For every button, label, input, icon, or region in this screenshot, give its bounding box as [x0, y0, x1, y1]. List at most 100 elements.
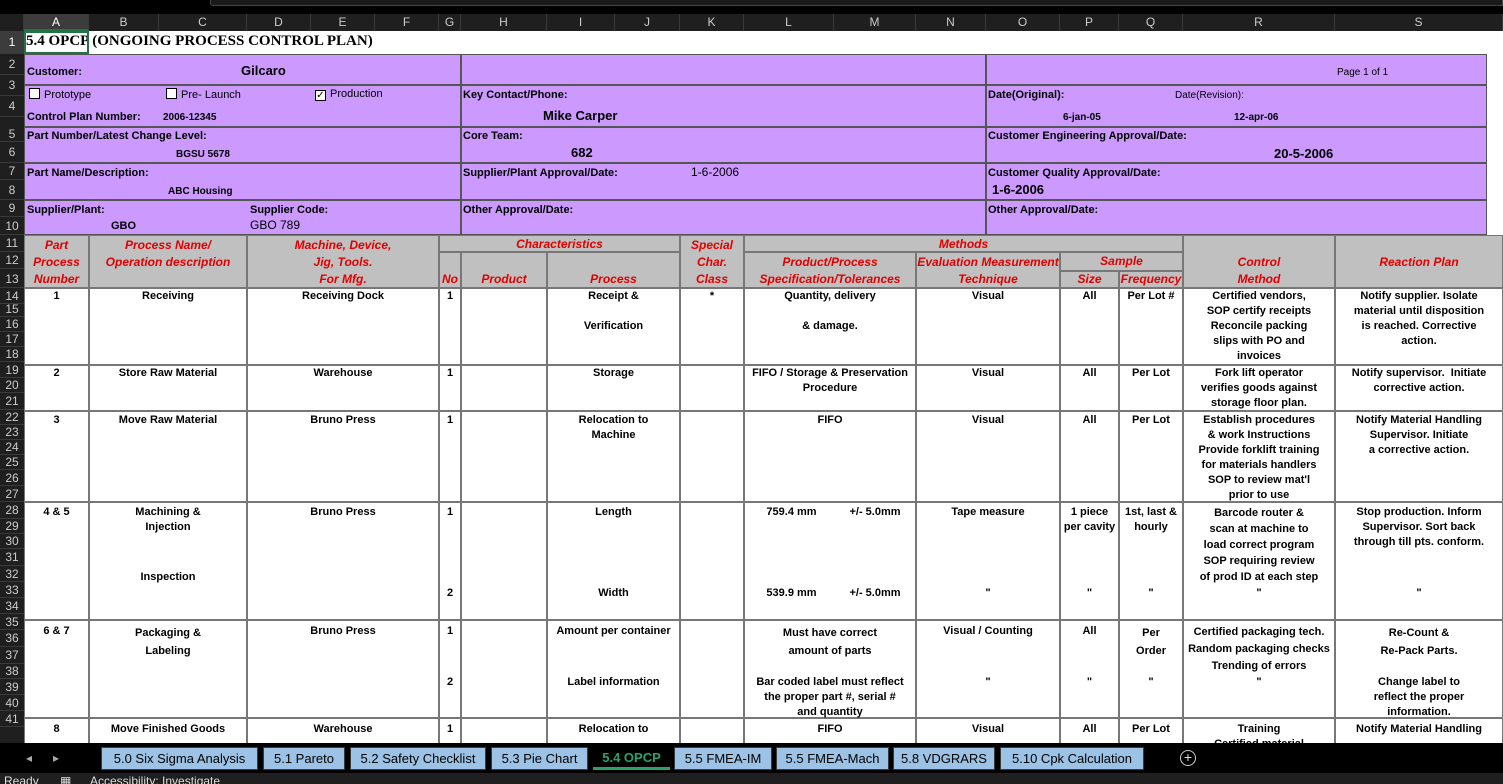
row-header-27[interactable]: 27 [0, 486, 24, 502]
col-header-o[interactable]: O [986, 14, 1060, 31]
production-checkbox[interactable]: ✓ [315, 90, 326, 101]
col-header-m[interactable]: M [834, 14, 916, 31]
supplier-code-value[interactable]: GBO 789 [250, 219, 300, 232]
prototype-checkbox[interactable] [29, 88, 40, 99]
row-header-16[interactable]: 16 [0, 317, 24, 332]
row-header-28[interactable]: 28 [0, 502, 24, 519]
row-header-30[interactable]: 30 [0, 534, 24, 549]
row-header-24[interactable]: 24 [0, 440, 24, 455]
tab-scroll-left-icon[interactable]: ◂ [26, 751, 32, 765]
row-header-38[interactable]: 38 [0, 663, 24, 679]
row-header-35[interactable]: 35 [0, 614, 24, 630]
col-header-g[interactable]: G [439, 14, 461, 31]
cell-step1-col5[interactable] [461, 288, 547, 365]
row-header-3[interactable]: 3 [0, 75, 24, 96]
col-header-f[interactable]: F [375, 14, 439, 31]
row-header-17[interactable]: 17 [0, 332, 24, 347]
col-header-c[interactable]: C [159, 14, 247, 31]
col-header-b[interactable]: B [89, 14, 159, 31]
cell-step4-col5[interactable] [461, 502, 547, 620]
cell-step3-col7[interactable] [680, 411, 744, 502]
col-header-j[interactable]: J [615, 14, 680, 31]
accessibility-status[interactable]: Accessibility: Investigate [90, 774, 220, 784]
production-option[interactable]: ✓ Production [315, 88, 383, 101]
prelaunch-option[interactable]: Pre- Launch [166, 88, 241, 102]
col-header-s[interactable]: S [1335, 14, 1503, 31]
row-header-29[interactable]: 29 [0, 519, 24, 534]
row-header-40[interactable]: 40 [0, 695, 24, 711]
col-header-r[interactable]: R [1183, 14, 1335, 31]
row-header-18[interactable]: 18 [0, 347, 24, 362]
sheet-tab-fmea-mach[interactable]: 5.5 FMEA-Mach [776, 747, 889, 770]
cust-quality-value[interactable]: 1-6-2006 [992, 183, 1044, 196]
col-header-i[interactable]: I [547, 14, 615, 31]
col-header-p[interactable]: P [1060, 14, 1119, 31]
col-header-d[interactable]: D [247, 14, 311, 31]
row-header-10[interactable]: 10 [0, 217, 24, 235]
sheet-tab-safety[interactable]: 5.2 Safety Checklist [350, 747, 486, 770]
row-header-12[interactable]: 12 [0, 252, 24, 269]
row-header-7[interactable]: 7 [0, 163, 24, 180]
row-header-5[interactable]: 5 [0, 127, 24, 142]
sheet-tab-pie[interactable]: 5.3 Pie Chart [491, 747, 588, 770]
sheet-tab-pareto[interactable]: 5.1 Pareto [263, 747, 345, 770]
cell-step4-col7[interactable] [680, 502, 744, 620]
row-header-25[interactable]: 25 [0, 455, 24, 470]
sheet-tab-opcp[interactable]: 5.4 OPCP [593, 747, 670, 770]
key-contact-value[interactable]: Mike Carper [543, 109, 617, 122]
col-header-n[interactable]: N [916, 14, 986, 31]
row-header-20[interactable]: 20 [0, 378, 24, 393]
row-header-34[interactable]: 34 [0, 598, 24, 614]
sheet-tab-six-sigma[interactable]: 5.0 Six Sigma Analysis [101, 747, 258, 770]
control-plan-value[interactable]: 2006-12345 [163, 111, 216, 124]
sheet-tab-vdgrars[interactable]: 5.8 VDGRARS [893, 747, 995, 770]
col-header-e[interactable]: E [311, 14, 375, 31]
prototype-option[interactable]: Prototype [29, 88, 91, 102]
cell-step6-col7[interactable] [680, 718, 744, 743]
row-header-39[interactable]: 39 [0, 679, 24, 695]
row-header-11[interactable]: 11 [0, 235, 24, 252]
row-header-22[interactable]: 22 [0, 410, 24, 425]
cell-step6-col5[interactable] [461, 718, 547, 743]
sheet-tab-cpk[interactable]: 5.10 Cpk Calculation [1000, 747, 1144, 770]
core-team-value[interactable]: 682 [571, 146, 593, 159]
row-header-2[interactable]: 2 [0, 54, 24, 75]
cell-step2-col7[interactable] [680, 365, 744, 411]
supplier-approval-value[interactable]: 1-6-2006 [691, 166, 739, 179]
macro-icon[interactable]: ▦ [60, 774, 71, 784]
tab-scroll-right-icon[interactable]: ▸ [53, 751, 59, 765]
worksheet-grid[interactable]: 5.4 OPCP (ONGOING PROCESS CONTROL PLAN) … [24, 31, 1503, 743]
row-header-4[interactable]: 4 [0, 96, 24, 117]
row-header-41[interactable]: 41 [0, 711, 24, 727]
col-header-h[interactable]: H [461, 14, 547, 31]
row-header-26[interactable]: 26 [0, 470, 24, 486]
col-header-q[interactable]: Q [1119, 14, 1183, 31]
row-header-21[interactable]: 21 [0, 393, 24, 410]
cell-step3-col5[interactable] [461, 411, 547, 502]
add-sheet-icon[interactable]: + [1180, 750, 1196, 766]
sheet-tab-fmea-im[interactable]: 5.5 FMEA-IM [674, 747, 772, 770]
prelaunch-checkbox[interactable] [166, 88, 177, 99]
row-header-32[interactable]: 32 [0, 566, 24, 582]
row-header-9[interactable]: 9 [0, 200, 24, 217]
cell-step5-col7[interactable] [680, 620, 744, 718]
date-revision-value[interactable]: 12-apr-06 [1234, 111, 1278, 124]
row-header-6[interactable]: 6 [0, 142, 24, 163]
col-header-a[interactable]: A [24, 14, 89, 31]
row-header-36[interactable]: 36 [0, 630, 24, 647]
date-original-value[interactable]: 6-jan-05 [1063, 111, 1101, 124]
row-header-8[interactable]: 8 [0, 180, 24, 200]
cell-step5-col5[interactable] [461, 620, 547, 718]
row-header-31[interactable]: 31 [0, 549, 24, 566]
row-header-15[interactable]: 15 [0, 302, 24, 317]
row-header-37[interactable]: 37 [0, 647, 24, 664]
col-header-k[interactable]: K [680, 14, 744, 31]
row-header-13[interactable]: 13 [0, 271, 24, 288]
part-name-value[interactable]: ABC Housing [168, 185, 232, 198]
cell-step2-col5[interactable] [461, 365, 547, 411]
row-header-23[interactable]: 23 [0, 425, 24, 440]
col-header-l[interactable]: L [744, 14, 834, 31]
part-number-value[interactable]: BGSU 5678 [176, 148, 230, 161]
row-header-19[interactable]: 19 [0, 362, 24, 378]
select-all-corner[interactable] [0, 14, 24, 31]
